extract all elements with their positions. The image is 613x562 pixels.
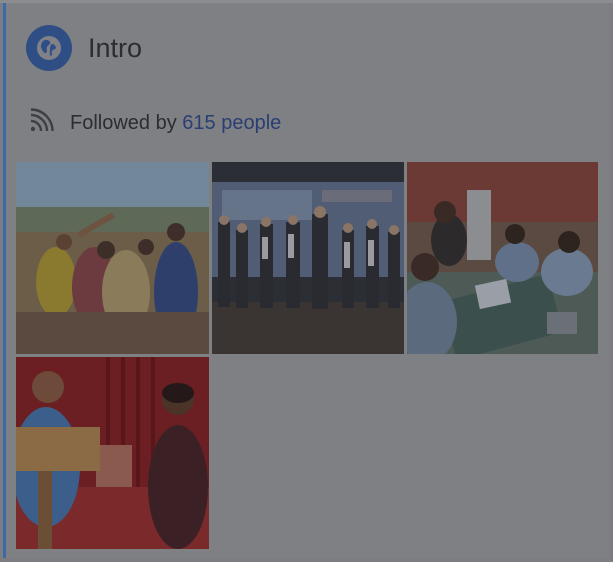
followed-text: Followed by 615 people — [70, 112, 281, 135]
intro-header: Intro — [26, 24, 142, 72]
rss-icon — [28, 108, 54, 139]
globe-icon — [26, 25, 72, 71]
followed-prefix: Followed by — [70, 112, 177, 134]
photo-3[interactable] — [407, 162, 598, 354]
followers-link[interactable]: 615 people — [182, 112, 281, 134]
followed-row: Followed by 615 people — [28, 108, 281, 139]
photo-2[interactable] — [212, 162, 404, 354]
photo-1[interactable] — [16, 162, 209, 354]
intro-title: Intro — [88, 32, 143, 63]
photo-4[interactable] — [16, 357, 209, 549]
